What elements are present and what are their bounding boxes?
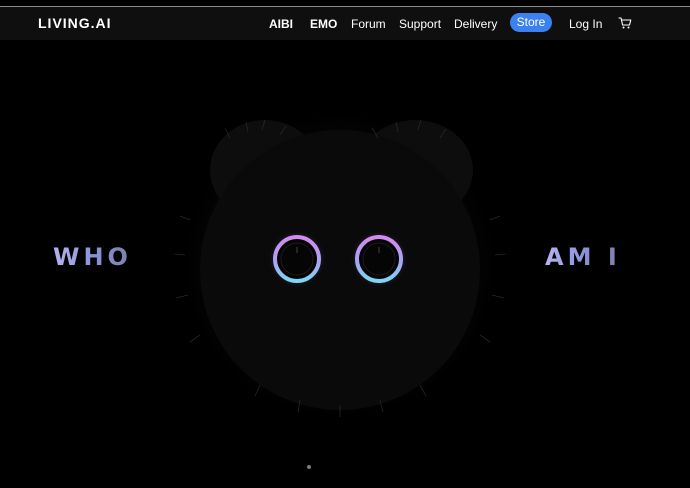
cart-icon[interactable] [618, 16, 632, 30]
hero-section: WHO AM I [0, 40, 690, 488]
store-button[interactable]: Store [510, 13, 552, 32]
nav-link-forum[interactable]: Forum [351, 17, 386, 31]
site-logo[interactable]: LIVING.AI [38, 15, 112, 31]
carousel-indicator-dot[interactable] [307, 465, 311, 469]
nav-link-aibi[interactable]: AIBI [269, 17, 293, 31]
login-link[interactable]: Log In [569, 17, 602, 31]
nav-link-delivery[interactable]: Delivery [454, 17, 497, 31]
hero-word-who: WHO [53, 243, 132, 271]
nav-link-emo[interactable]: EMO [310, 17, 337, 31]
nav-link-support[interactable]: Support [399, 17, 441, 31]
hero-word-am-i: AM I [545, 243, 621, 271]
browser-viewport: LIVING.AI AIBI EMO Forum Support Deliver… [0, 0, 690, 488]
cart-icon-glyph [618, 17, 632, 29]
top-navbar: LIVING.AI AIBI EMO Forum Support Deliver… [0, 7, 690, 40]
